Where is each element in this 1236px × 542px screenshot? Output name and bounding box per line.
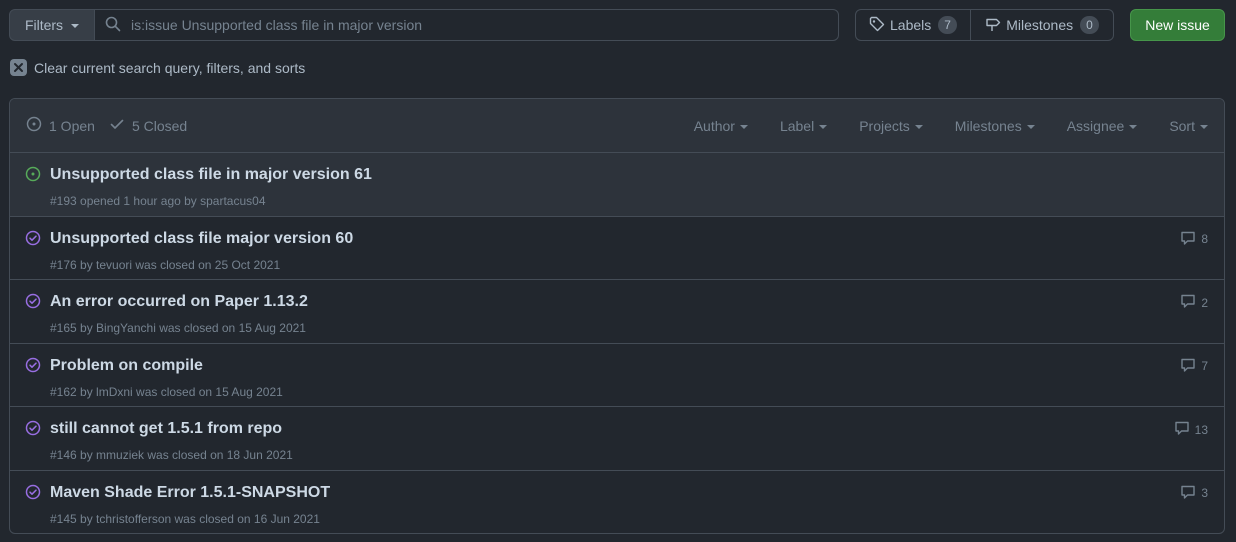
labels-button-label: Labels xyxy=(890,17,932,33)
comment-icon xyxy=(1180,293,1196,312)
chevron-down-icon xyxy=(819,125,828,129)
issue-row[interactable]: Maven Shade Error 1.5.1-SNAPSHOT #145 by… xyxy=(10,471,1224,533)
author-filter-label: Author xyxy=(693,118,735,134)
new-issue-button[interactable]: New issue xyxy=(1130,9,1225,41)
issue-closed-icon xyxy=(25,357,41,373)
list-filter-menus: Author Label Projects Milestones Assigne… xyxy=(662,99,1208,153)
chevron-down-icon xyxy=(1026,125,1035,129)
issue-title-link[interactable]: Unsupported class file in major version … xyxy=(50,166,372,184)
comment-count: 3 xyxy=(1201,486,1208,501)
closed-issues-toggle[interactable]: 5 Closed xyxy=(109,116,187,135)
issue-row[interactable]: Unsupported class file in major version … xyxy=(10,153,1224,217)
sort-filter[interactable]: Sort xyxy=(1169,118,1208,134)
issue-closed-icon xyxy=(25,230,41,246)
issue-meta: #162 by lmDxni was closed on 15 Aug 2021 xyxy=(50,384,283,399)
issue-closed-icon xyxy=(25,484,41,500)
issue-meta: #165 by BingYanchi was closed on 15 Aug … xyxy=(50,321,306,336)
issue-closed-icon xyxy=(25,293,41,309)
x-icon xyxy=(10,59,27,76)
issue-meta: #145 by tchristofferson was closed on 16… xyxy=(50,511,320,526)
issue-meta: #193 opened 1 hour ago by spartacus04 xyxy=(50,194,266,208)
filters-button[interactable]: Filters xyxy=(9,9,95,41)
issue-row[interactable]: still cannot get 1.5.1 from repo #146 by… xyxy=(10,407,1224,471)
milestones-button[interactable]: Milestones 0 xyxy=(971,10,1113,40)
comment-icon xyxy=(1180,230,1196,249)
open-issues-toggle[interactable]: 1 Open xyxy=(26,116,95,135)
filters-button-label: Filters xyxy=(24,17,64,33)
search-icon xyxy=(105,16,121,35)
issue-comments-link[interactable]: 2 xyxy=(1180,293,1208,312)
labels-button[interactable]: Labels 7 xyxy=(856,10,971,40)
projects-filter[interactable]: Projects xyxy=(859,118,923,134)
clear-filters-label: Clear current search query, filters, and… xyxy=(34,59,306,76)
issues-list: 1 Open 5 Closed Author Label Projects Mi… xyxy=(9,98,1225,534)
sort-filter-label: Sort xyxy=(1169,118,1195,134)
issue-title-link[interactable]: Maven Shade Error 1.5.1-SNAPSHOT xyxy=(50,484,330,502)
projects-filter-label: Projects xyxy=(859,118,910,134)
issues-list-header: 1 Open 5 Closed Author Label Projects Mi… xyxy=(10,99,1224,153)
milestones-filter[interactable]: Milestones xyxy=(955,118,1035,134)
assignee-filter-label: Assignee xyxy=(1066,118,1125,134)
issue-opened-icon xyxy=(25,166,41,182)
issue-row[interactable]: An error occurred on Paper 1.13.2 #165 b… xyxy=(10,280,1224,344)
open-issues-label: 1 Open xyxy=(49,117,95,134)
issue-row[interactable]: Unsupported class file major version 60 … xyxy=(10,217,1224,281)
issues-toolbar: Filters Labels 7 Milestones 0 New issue xyxy=(9,9,1225,41)
issue-opened-icon xyxy=(26,116,42,135)
label-filter-label: Label xyxy=(779,118,815,134)
issue-closed-icon xyxy=(25,420,41,436)
assignee-filter[interactable]: Assignee xyxy=(1067,118,1138,134)
new-issue-button-label: New issue xyxy=(1145,17,1210,33)
comment-icon xyxy=(1174,420,1190,439)
comment-icon xyxy=(1180,357,1196,376)
comment-count: 2 xyxy=(1201,295,1208,310)
issue-comments-link[interactable]: 7 xyxy=(1180,357,1208,376)
author-filter[interactable]: Author xyxy=(694,118,748,134)
issue-title-link[interactable]: Unsupported class file major version 60 xyxy=(50,230,353,248)
chevron-down-icon xyxy=(914,125,923,129)
clear-filters-link[interactable]: Clear current search query, filters, and… xyxy=(10,59,305,76)
chevron-down-icon xyxy=(1129,125,1138,129)
comment-icon xyxy=(1180,484,1196,503)
issue-row[interactable]: Problem on compile #162 by lmDxni was cl… xyxy=(10,344,1224,408)
milestones-filter-label: Milestones xyxy=(954,118,1022,134)
issue-title-link[interactable]: still cannot get 1.5.1 from repo xyxy=(50,420,282,438)
check-icon xyxy=(109,116,125,135)
issue-meta: #146 by mmuziek was closed on 18 Jun 202… xyxy=(50,448,293,463)
comment-count: 7 xyxy=(1201,359,1208,374)
issue-title-link[interactable]: An error occurred on Paper 1.13.2 xyxy=(50,293,308,311)
search-box xyxy=(94,9,839,41)
closed-issues-label: 5 Closed xyxy=(131,117,188,134)
chevron-down-icon xyxy=(71,24,80,28)
chevron-down-icon xyxy=(739,125,748,129)
tag-icon xyxy=(869,16,885,35)
labels-milestones-group: Labels 7 Milestones 0 xyxy=(855,9,1114,41)
issue-meta: #176 by tevuori was closed on 25 Oct 202… xyxy=(50,257,281,272)
comment-count: 8 xyxy=(1201,232,1208,247)
milestones-button-label: Milestones xyxy=(1006,17,1074,33)
labels-count-badge: 7 xyxy=(938,16,957,34)
issue-comments-link[interactable]: 13 xyxy=(1174,420,1208,439)
comment-count: 13 xyxy=(1194,422,1208,437)
label-filter[interactable]: Label xyxy=(779,118,828,134)
issue-title-link[interactable]: Problem on compile xyxy=(50,357,203,375)
issue-comments-link[interactable]: 3 xyxy=(1180,484,1208,503)
chevron-down-icon xyxy=(1200,125,1208,129)
milestones-count-badge: 0 xyxy=(1080,16,1099,34)
search-input[interactable] xyxy=(131,17,838,33)
issue-comments-link[interactable]: 8 xyxy=(1180,230,1208,249)
milestone-icon xyxy=(985,16,1001,35)
